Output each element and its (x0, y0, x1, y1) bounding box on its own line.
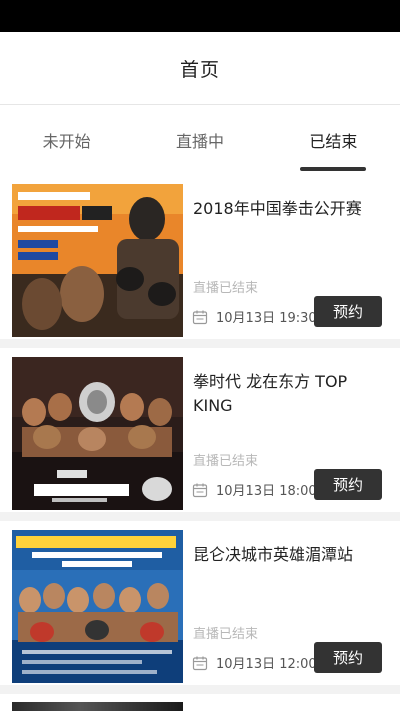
reserve-button[interactable]: 预约 (314, 296, 382, 327)
topking-poster-icon (12, 357, 183, 510)
app-header: 首页 (0, 32, 400, 105)
status-bar (0, 0, 400, 32)
event-title: 昆仑决城市英雄湄潭站 (193, 545, 354, 564)
event-poster-image (12, 530, 183, 683)
reserve-button[interactable]: 预约 (314, 642, 382, 673)
event-status: 直播已结束 (193, 454, 259, 469)
event-card-partial[interactable] (0, 694, 400, 711)
event-poster-image (12, 702, 183, 711)
kunlun-poster-icon (12, 530, 183, 683)
event-time-row: 10月13日 12:00 (192, 653, 317, 672)
event-status: 直播已结束 (193, 281, 259, 296)
event-time: 10月13日 12:00 (216, 657, 317, 672)
event-time: 10月13日 18:00 (216, 484, 317, 499)
event-card[interactable]: 拳时代 龙在东方 TOP KING 直播已结束 10月13日 18:00 预约 (0, 348, 400, 512)
reserve-button[interactable]: 预约 (314, 469, 382, 500)
event-title: 拳时代 龙在东方 TOP KING (193, 372, 348, 415)
event-status: 直播已结束 (193, 627, 259, 642)
boxing-poster-icon (12, 184, 183, 337)
event-poster-image (12, 357, 183, 510)
calendar-icon (192, 483, 208, 497)
event-card[interactable]: 2018年中国拳击公开赛 直播已结束 10月13日 19:30 预约 (0, 175, 400, 339)
tab-live[interactable]: 直播中 (133, 105, 266, 175)
event-title: 2018年中国拳击公开赛 (193, 199, 362, 218)
tab-ended[interactable]: 已结束 (267, 105, 400, 175)
calendar-icon (192, 310, 208, 324)
tab-not-started[interactable]: 未开始 (0, 105, 133, 175)
tab-bar: 未开始 直播中 已结束 (0, 105, 400, 175)
event-poster-image (12, 184, 183, 337)
event-time: 10月13日 19:30 (216, 311, 317, 326)
page-title: 首页 (179, 58, 220, 81)
event-card[interactable]: 昆仑决城市英雄湄潭站 直播已结束 10月13日 12:00 预约 (0, 521, 400, 685)
event-time-row: 10月13日 19:30 (192, 307, 317, 326)
event-time-row: 10月13日 18:00 (192, 480, 317, 499)
event-list: 2018年中国拳击公开赛 直播已结束 10月13日 19:30 预约 拳时代 龙… (0, 175, 400, 711)
calendar-icon (192, 656, 208, 670)
